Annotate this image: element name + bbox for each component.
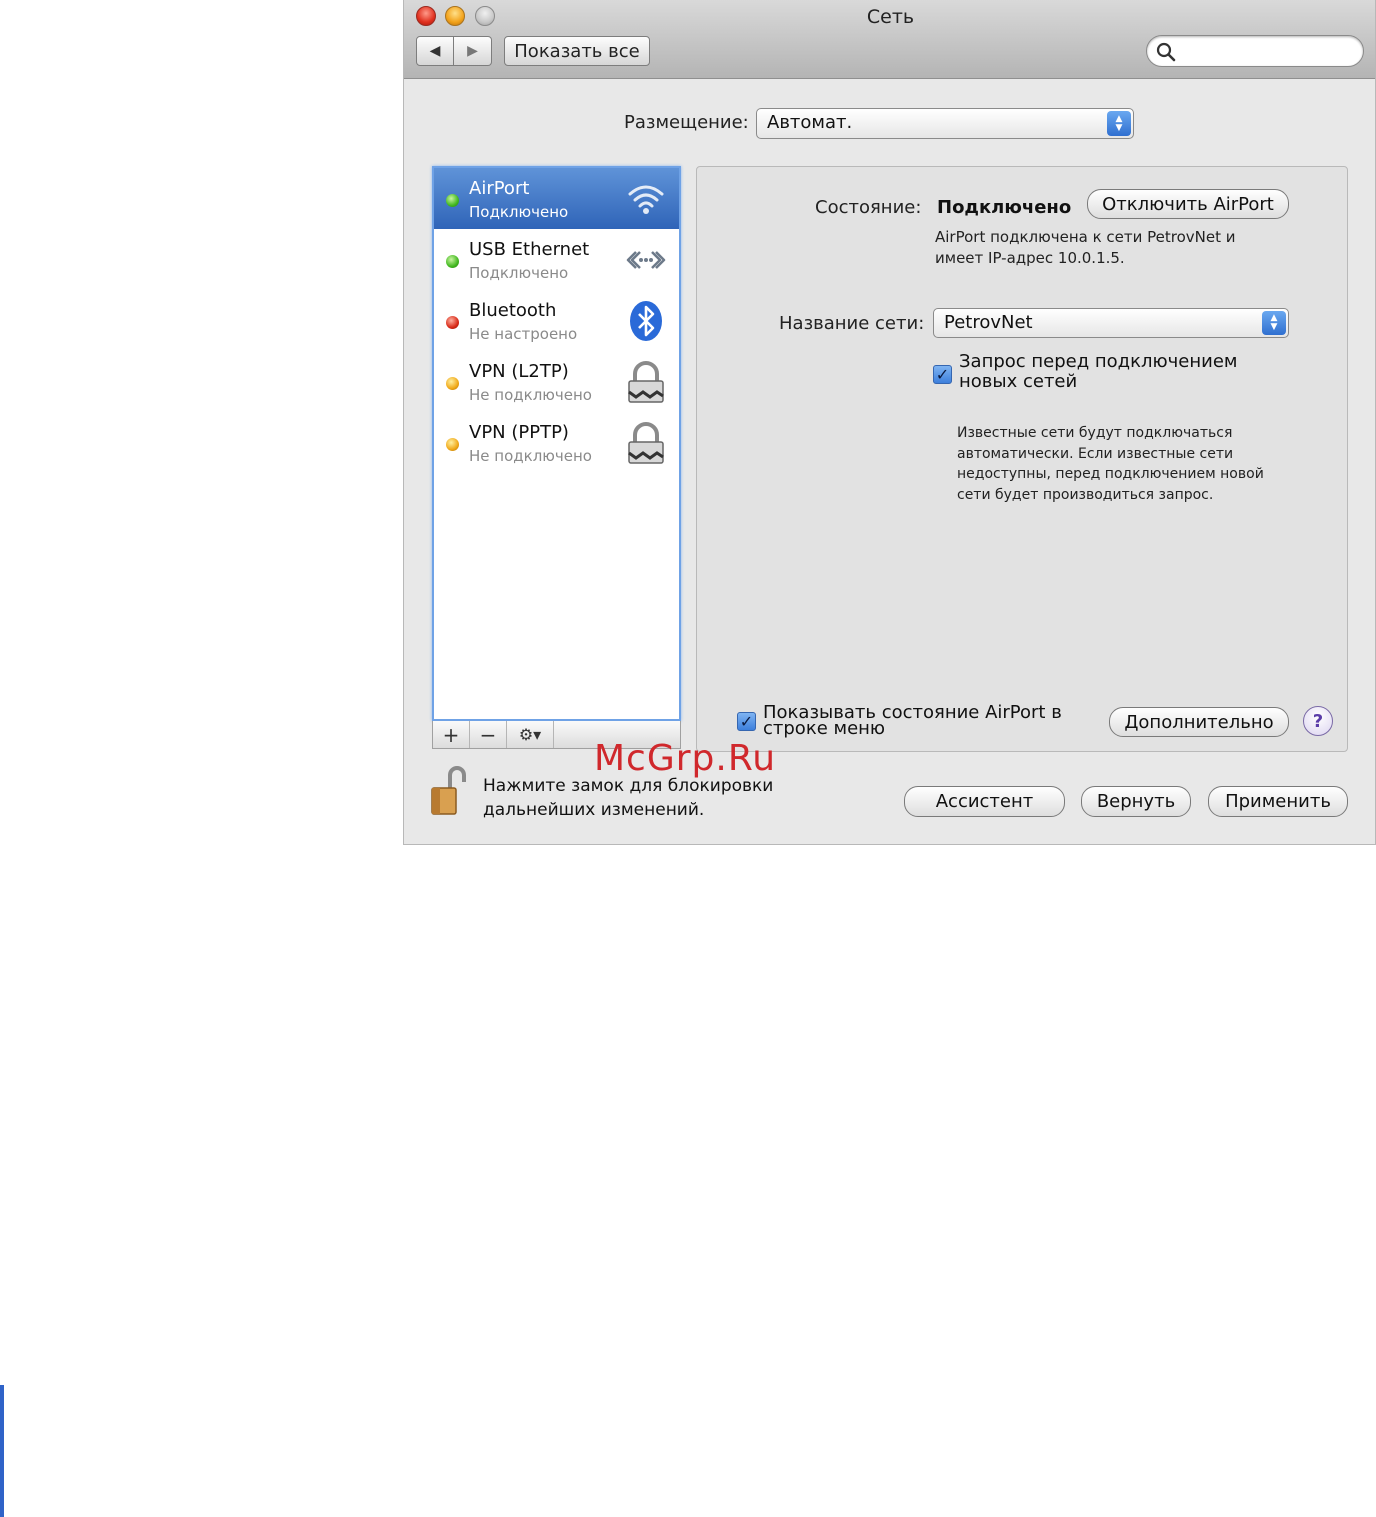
service-status: Подключено — [469, 203, 569, 221]
checkmark-icon: ✓ — [935, 365, 950, 384]
service-item-bluetooth[interactable]: Bluetooth Не настроено — [434, 290, 679, 351]
network-name-popup[interactable]: PetrovNet ▲ ▼ — [933, 308, 1289, 338]
revert-button[interactable]: Вернуть — [1081, 786, 1191, 817]
show-status-in-menu-bar-checkbox[interactable]: ✓ — [737, 712, 756, 731]
page-margin-bar — [0, 1385, 4, 1517]
service-name: Bluetooth — [469, 300, 557, 321]
status-dot-icon — [446, 438, 459, 451]
status-label: Состояние: — [815, 197, 922, 218]
titlebar: Сеть ◀ ▶ Показать все — [404, 0, 1375, 79]
status-dot-icon — [446, 316, 459, 329]
popup-arrows-icon: ▲ ▼ — [1107, 111, 1131, 136]
unlocked-padlock-icon[interactable] — [430, 766, 468, 816]
service-name: VPN (L2TP) — [469, 361, 569, 382]
search-input[interactable] — [1146, 35, 1364, 67]
status-dot-icon — [446, 255, 459, 268]
known-networks-description: Известные сети будут подключаться автома… — [957, 425, 1264, 503]
status-dot-icon — [446, 194, 459, 207]
back-button[interactable]: ◀ — [416, 36, 454, 66]
ethernet-icon — [626, 251, 666, 269]
status-description: AirPort подключена к сети PetrovNet и им… — [935, 228, 1236, 267]
status-value: Подключено — [937, 197, 1072, 218]
service-item-usb-ethernet[interactable]: USB Ethernet Подключено — [434, 229, 679, 290]
turn-off-airport-button[interactable]: Отключить AirPort — [1087, 189, 1289, 219]
ask-to-join-label: Запрос перед подключением новых сетей — [959, 351, 1238, 392]
show-all-button[interactable]: Показать все — [504, 36, 650, 66]
service-item-vpn-l2tp[interactable]: VPN (L2TP) Не подключено — [434, 351, 679, 412]
forward-arrow-icon: ▶ — [467, 43, 478, 59]
network-name-label: Название сети: — [779, 313, 925, 334]
apply-button[interactable]: Применить — [1208, 786, 1348, 817]
checkmark-icon: ✓ — [739, 712, 754, 731]
service-name: VPN (PPTP) — [469, 422, 569, 443]
ask-to-join-checkbox[interactable]: ✓ — [933, 365, 952, 384]
popup-arrows-icon: ▲ ▼ — [1262, 311, 1286, 335]
service-status: Не подключено — [469, 386, 592, 404]
service-status: Не подключено — [469, 447, 592, 465]
service-name: AirPort — [469, 178, 530, 199]
forward-button[interactable]: ▶ — [454, 36, 492, 66]
remove-service-button[interactable]: − — [470, 721, 507, 748]
window-title: Сеть — [866, 6, 915, 28]
lock-icon — [628, 361, 664, 403]
location-popup[interactable]: Автомат. ▲ ▼ — [756, 108, 1134, 139]
lock-icon — [628, 422, 664, 464]
wifi-icon — [628, 185, 664, 214]
service-item-vpn-pptp[interactable]: VPN (PPTP) Не подключено — [434, 412, 679, 473]
navigation-buttons: ◀ ▶ — [416, 36, 492, 66]
watermark-text: McGrp.Ru — [594, 738, 777, 779]
status-dot-icon — [446, 377, 459, 390]
location-value: Автомат. — [767, 112, 853, 133]
service-item-airport[interactable]: AirPort Подключено — [434, 168, 679, 229]
service-status: Не настроено — [469, 325, 578, 343]
airport-detail-panel: Состояние: Подключено Отключить AirPort … — [696, 166, 1348, 752]
assistant-button[interactable]: Ассистент — [904, 786, 1065, 817]
service-list: AirPort Подключено USB Ethernet Подключе… — [432, 166, 681, 721]
service-name: USB Ethernet — [469, 239, 590, 260]
network-preferences-window: Сеть ◀ ▶ Показать все Размещение: Автома… — [403, 0, 1376, 845]
back-arrow-icon: ◀ — [429, 43, 441, 59]
advanced-button[interactable]: Дополнительно — [1109, 707, 1289, 737]
help-button[interactable]: ? — [1303, 706, 1333, 736]
service-actions-menu-button[interactable]: ⚙▾ — [507, 721, 554, 748]
show-status-in-menu-bar-label: Показывать состояние AirPort в строке ме… — [763, 702, 1062, 739]
lock-instruction-text: Нажмите замок для блокировки дальнейших … — [483, 776, 774, 820]
search-icon — [1156, 42, 1176, 62]
network-name-value: PetrovNet — [944, 312, 1033, 333]
location-label: Размещение: — [624, 112, 749, 133]
add-service-button[interactable]: + — [433, 721, 470, 748]
bluetooth-icon — [630, 301, 662, 341]
service-status: Подключено — [469, 264, 569, 282]
